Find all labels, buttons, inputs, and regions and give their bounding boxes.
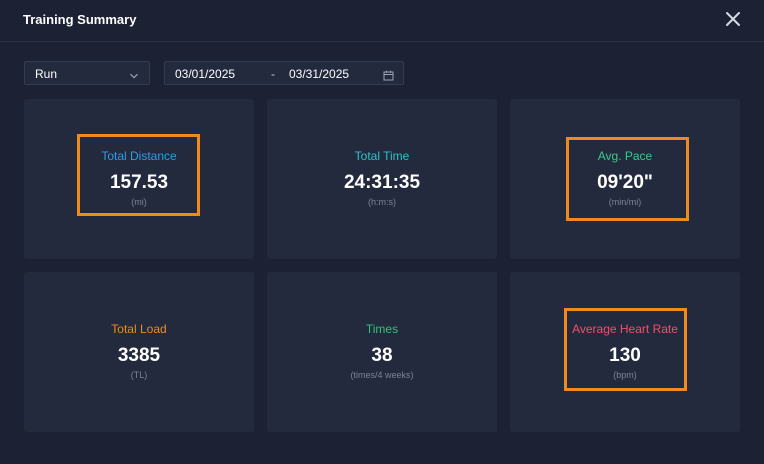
card-unit: (times/4 weeks) xyxy=(350,370,414,380)
times-card: Times 38 (times/4 weeks) xyxy=(267,272,497,432)
chevron-down-icon xyxy=(129,68,139,79)
card-unit: (mi) xyxy=(131,197,147,207)
sport-select[interactable]: Run xyxy=(24,61,150,85)
training-summary-dialog: Training Summary Run 03/01/2025 - 03/31/… xyxy=(0,0,764,464)
card-value: 09'20" xyxy=(597,172,653,193)
card-unit: (bpm) xyxy=(613,370,637,380)
dialog-title: Training Summary xyxy=(23,12,137,27)
date-range-separator: - xyxy=(271,67,275,81)
card-value: 24:31:35 xyxy=(343,172,421,193)
total-time-card: Total Time 24:31:35 (h:m:s) xyxy=(267,99,497,259)
total-load-card: Total Load 3385 (TL) xyxy=(24,272,254,432)
avg-pace-card: Avg. Pace 09'20" (min/mi) xyxy=(510,99,740,259)
date-range-picker[interactable]: 03/01/2025 - 03/31/2025 xyxy=(164,61,404,85)
sport-select-value: Run xyxy=(35,67,58,81)
card-label: Times xyxy=(365,322,399,336)
card-label: Total Time xyxy=(354,149,410,163)
card-label: Total Load xyxy=(111,322,167,336)
start-date-input[interactable]: 03/01/2025 xyxy=(175,67,235,81)
card-label: Total Distance xyxy=(101,149,177,163)
card-label: Avg. Pace xyxy=(597,149,653,163)
dialog-header: Training Summary xyxy=(0,0,764,42)
card-unit: (TL) xyxy=(130,370,148,380)
card-value: 157.53 xyxy=(109,172,169,193)
close-icon[interactable] xyxy=(722,8,744,30)
card-unit: (min/mi) xyxy=(608,197,642,207)
card-value: 3385 xyxy=(117,345,161,366)
card-label: Average Heart Rate xyxy=(572,322,678,336)
average-heart-rate-card: Average Heart Rate 130 (bpm) xyxy=(510,272,740,432)
end-date-input[interactable]: 03/31/2025 xyxy=(289,67,349,81)
card-value: 130 xyxy=(609,345,641,366)
calendar-icon[interactable] xyxy=(383,68,394,81)
card-value: 38 xyxy=(371,345,393,366)
total-distance-card: Total Distance 157.53 (mi) xyxy=(24,99,254,259)
card-unit: (h:m:s) xyxy=(368,197,396,207)
